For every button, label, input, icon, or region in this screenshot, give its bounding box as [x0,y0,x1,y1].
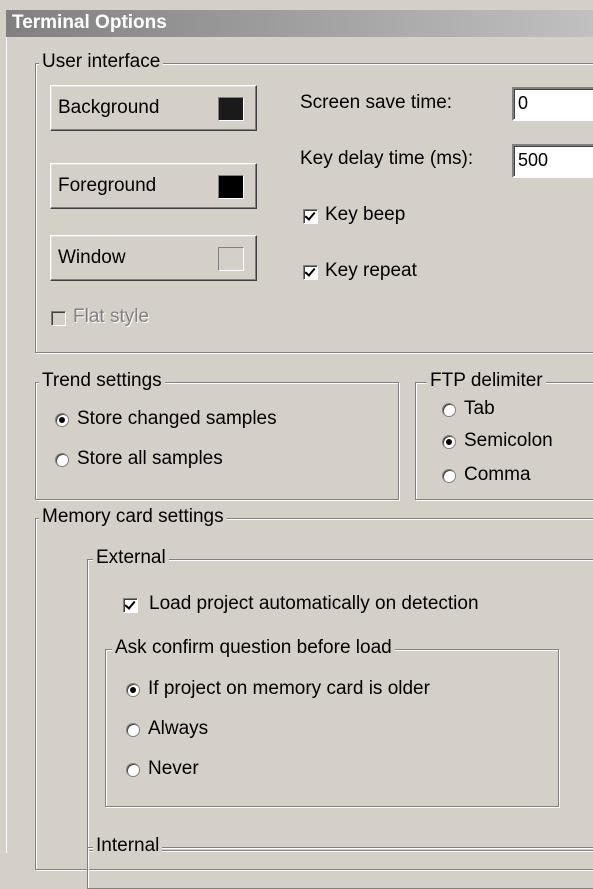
ftp-semicolon-label: Semicolon [464,430,553,451]
window-color-swatch [218,247,244,271]
load-project-auto-checkbox[interactable] [123,598,138,613]
store-changed-samples-label: Store changed samples [77,408,277,429]
flat-style-checkbox[interactable] [51,311,66,326]
key-repeat-checkbox[interactable] [303,265,318,280]
key-delay-value: 500 [518,150,549,170]
user-interface-legend: User interface [39,51,164,73]
trend-settings-group [35,382,399,500]
foreground-color-swatch [218,175,244,199]
confirm-always-radio[interactable] [126,723,140,737]
confirm-always-label: Always [148,718,209,739]
store-all-samples-radio[interactable] [55,453,69,467]
window-color-button[interactable]: Window [50,235,257,281]
ask-confirm-legend: Ask confirm question before load [112,637,395,659]
ftp-tab-radio[interactable] [442,403,456,417]
ftp-tab-label: Tab [464,398,495,419]
ftp-comma-label: Comma [464,464,531,485]
window-button-label: Window [58,247,126,268]
background-color-swatch [218,97,244,121]
ftp-delimiter-legend: FTP delimiter [427,370,546,392]
foreground-button-label: Foreground [58,175,157,196]
title-bar: Terminal Options [6,10,593,37]
key-delay-label: Key delay time (ms): [300,148,474,169]
flat-style-label: Flat style [73,306,150,327]
options-panel: User interface Background Foreground Win… [6,37,593,889]
key-beep-checkbox[interactable] [303,209,318,224]
internal-group [87,847,593,889]
screen-save-input[interactable]: 0 [512,87,593,121]
ftp-comma-radio[interactable] [442,469,456,483]
memory-card-legend: Memory card settings [39,506,227,528]
confirm-never-label: Never [148,758,199,779]
key-beep-label: Key beep [325,204,406,225]
key-repeat-label: Key repeat [325,260,417,281]
screen-save-value: 0 [518,93,529,113]
foreground-color-button[interactable]: Foreground [50,163,257,209]
background-color-button[interactable]: Background [50,85,257,131]
external-legend: External [93,547,169,569]
store-all-samples-label: Store all samples [77,448,223,469]
confirm-if-older-radio[interactable] [126,683,140,697]
trend-settings-legend: Trend settings [39,370,165,392]
load-project-auto-label: Load project automatically on detection [149,593,479,614]
window-title: Terminal Options [12,12,167,33]
key-delay-input[interactable]: 500 [512,144,593,178]
ftp-semicolon-radio[interactable] [442,435,456,449]
background-button-label: Background [58,97,160,118]
store-changed-samples-radio[interactable] [55,413,69,427]
internal-legend: Internal [93,835,163,857]
confirm-if-older-label: If project on memory card is older [148,678,430,699]
confirm-never-radio[interactable] [126,763,140,777]
screen-save-label: Screen save time: [300,92,453,113]
